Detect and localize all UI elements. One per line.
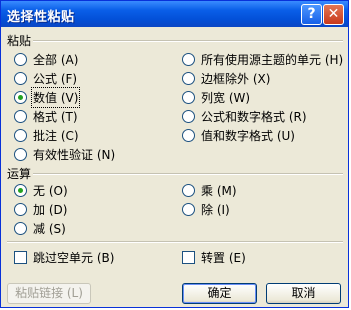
paste-option-label: 格式 (T): [33, 109, 78, 124]
operation-option-label: 减 (S): [33, 221, 66, 236]
skip-blanks-option[interactable]: 跳过空单元 (B): [14, 249, 114, 265]
skip-blanks-label: 跳过空单元 (B): [33, 250, 115, 265]
paste-option-label: 数值 (V): [30, 86, 81, 108]
close-icon: ✕: [327, 6, 340, 22]
radio-all[interactable]: [14, 52, 27, 66]
transpose-option[interactable]: 转置 (E): [182, 249, 246, 265]
paste-option-validation[interactable]: 有效性验证 (N): [14, 146, 115, 162]
paste-special-dialog: 选择性粘贴 ? ✕ 粘贴 全部 (A) 公式 (F) 数值 (V) 格式 (T)…: [0, 0, 349, 308]
operation-option-add[interactable]: 加 (D): [14, 201, 67, 217]
paste-option-all[interactable]: 全部 (A): [14, 51, 78, 67]
radio-add[interactable]: [14, 202, 27, 216]
paste-option-label: 边框除外 (X): [201, 71, 271, 86]
radio-no-borders[interactable]: [182, 71, 195, 85]
operation-option-none[interactable]: 无 (O): [14, 182, 68, 198]
operation-group-label: 运算: [7, 167, 32, 181]
skip-blanks-checkbox[interactable]: [14, 250, 27, 264]
radio-source-theme[interactable]: [182, 52, 195, 66]
paste-group-label: 粘贴: [7, 34, 32, 48]
paste-option-label: 值和数字格式 (U): [201, 128, 295, 143]
radio-formats[interactable]: [14, 109, 27, 123]
radio-validation[interactable]: [14, 147, 27, 161]
help-button[interactable]: ?: [301, 4, 322, 25]
close-button[interactable]: ✕: [323, 4, 344, 25]
radio-none[interactable]: [14, 183, 27, 197]
paste-link-button[interactable]: 粘贴链接 (L): [7, 283, 91, 304]
paste-option-no-borders[interactable]: 边框除外 (X): [182, 70, 270, 86]
radio-values-number-formats[interactable]: [182, 128, 195, 142]
paste-option-formulas[interactable]: 公式 (F): [14, 70, 77, 86]
paste-option-values[interactable]: 数值 (V): [14, 86, 81, 108]
radio-values[interactable]: [14, 90, 27, 104]
operation-option-label: 除 (I): [201, 202, 230, 217]
operation-option-label: 乘 (M): [201, 183, 237, 198]
paste-option-label: 公式 (F): [33, 71, 78, 86]
paste-group-divider: [33, 40, 343, 42]
radio-comments[interactable]: [14, 128, 27, 142]
cancel-button[interactable]: 取消: [266, 283, 341, 304]
paste-option-formats[interactable]: 格式 (T): [14, 108, 78, 124]
help-icon: ?: [307, 6, 316, 22]
paste-option-label: 全部 (A): [33, 52, 79, 67]
operation-option-label: 无 (O): [33, 183, 68, 198]
radio-formulas[interactable]: [14, 71, 27, 85]
paste-option-source-theme[interactable]: 所有使用源主题的单元 (H): [182, 51, 343, 67]
title-bar: 选择性粘贴 ? ✕: [1, 1, 348, 27]
paste-option-label: 所有使用源主题的单元 (H): [201, 52, 344, 67]
paste-option-values-number-formats[interactable]: 值和数字格式 (U): [182, 127, 295, 143]
section-divider: [7, 241, 343, 243]
radio-divide[interactable]: [182, 202, 195, 216]
radio-subtract[interactable]: [14, 221, 27, 235]
paste-option-label: 有效性验证 (N): [33, 147, 116, 162]
operation-option-multiply[interactable]: 乘 (M): [182, 182, 237, 198]
operation-group-divider: [33, 173, 343, 175]
radio-multiply[interactable]: [182, 183, 195, 197]
operation-option-divide[interactable]: 除 (I): [182, 201, 230, 217]
ok-button[interactable]: 确定: [182, 283, 257, 304]
paste-option-label: 批注 (C): [33, 128, 79, 143]
paste-option-comments[interactable]: 批注 (C): [14, 127, 79, 143]
paste-option-column-widths[interactable]: 列宽 (W): [182, 89, 250, 105]
radio-column-widths[interactable]: [182, 90, 195, 104]
radio-formulas-number-formats[interactable]: [182, 109, 195, 123]
dialog-title: 选择性粘贴: [7, 10, 75, 25]
paste-option-label: 列宽 (W): [201, 90, 251, 105]
paste-option-label: 公式和数字格式 (R): [201, 109, 307, 124]
transpose-checkbox[interactable]: [182, 250, 195, 264]
transpose-label: 转置 (E): [201, 250, 246, 265]
operation-option-subtract[interactable]: 减 (S): [14, 220, 66, 236]
operation-option-label: 加 (D): [33, 202, 68, 217]
paste-option-formulas-number-formats[interactable]: 公式和数字格式 (R): [182, 108, 307, 124]
